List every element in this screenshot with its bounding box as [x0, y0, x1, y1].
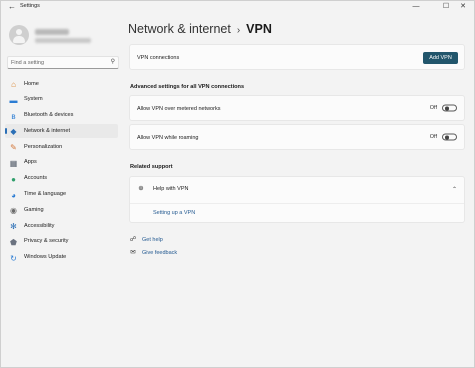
sidebar-item-gaming[interactable]: ◉ Gaming: [5, 203, 118, 217]
sidebar-item-privacy[interactable]: ⬟ Privacy & security: [5, 235, 118, 249]
gamepad-icon: ◉: [10, 206, 17, 216]
sidebar-item-label: Accounts: [24, 175, 48, 182]
search-input[interactable]: [8, 57, 107, 68]
help-icon: ☍: [129, 236, 137, 243]
search-box[interactable]: ⚲: [7, 56, 119, 69]
bluetooth-icon: ʙ: [11, 111, 16, 121]
sidebar-item-home[interactable]: ⌂ Home: [5, 77, 118, 91]
help-with-vpn-card: ⊕ Help with VPN ⌃ Setting up a VPN: [129, 176, 465, 223]
accessibility-icon: ✻: [10, 222, 17, 232]
sidebar-item-apps[interactable]: ▦ Apps: [5, 156, 118, 170]
user-name-redacted: [35, 29, 69, 35]
sidebar-item-time-language[interactable]: ◕ Time & language: [5, 188, 118, 202]
sidebar-nav: ⌂ Home ▬ System ʙ Bluetooth & devices ◆ …: [5, 77, 118, 267]
sidebar-item-label: Personalization: [24, 143, 63, 150]
related-support-heading: Related support: [130, 164, 173, 170]
toggle-state-label: Off: [429, 105, 437, 111]
close-button[interactable]: ✕: [452, 1, 474, 13]
sidebar-item-label: System: [24, 96, 43, 103]
avatar-body-shape: [13, 36, 25, 43]
roaming-label: Allow VPN while roaming: [137, 135, 199, 141]
home-icon: ⌂: [11, 80, 16, 89]
get-help-link[interactable]: Get help: [142, 237, 163, 243]
search-icon[interactable]: ⚲: [111, 57, 115, 68]
add-vpn-button[interactable]: Add VPN: [423, 52, 458, 64]
avatar: [9, 25, 29, 45]
page-title: VPN: [246, 22, 272, 36]
vpn-connections-label: VPN connections: [137, 55, 180, 61]
title-bar: ← Settings — ☐ ✕: [1, 1, 474, 13]
globe-clock-icon: ◕: [11, 190, 16, 200]
sidebar-item-label: Windows Update: [24, 254, 67, 261]
sidebar-item-label: Apps: [24, 159, 37, 166]
roaming-card: Allow VPN while roaming Off: [129, 124, 465, 150]
shield-icon: ⬟: [10, 237, 17, 247]
sidebar-item-bluetooth[interactable]: ʙ Bluetooth & devices: [5, 109, 118, 123]
sidebar-item-network[interactable]: ◆ Network & internet: [5, 124, 118, 139]
metered-networks-card: Allow VPN over metered networks Off: [129, 95, 465, 121]
globe-icon: ⊕: [138, 185, 144, 192]
sidebar-item-label: Bluetooth & devices: [24, 112, 74, 119]
brush-icon: ✎: [10, 143, 17, 153]
sidebar-item-label: Network & internet: [24, 127, 71, 134]
sidebar-item-accounts[interactable]: ● Accounts: [5, 172, 118, 186]
page-header: Network & internet › VPN: [128, 22, 272, 36]
sidebar-item-system[interactable]: ▬ System: [5, 93, 118, 107]
setting-up-vpn-link[interactable]: Setting up a VPN: [153, 210, 195, 216]
sidebar-item-label: Accessibility: [24, 222, 55, 229]
roaming-toggle[interactable]: [442, 133, 457, 141]
metered-networks-label: Allow VPN over metered networks: [137, 106, 221, 112]
settings-window: ← Settings — ☐ ✕ ⚲ ⌂ Home ▬ System ʙ Blu…: [0, 0, 475, 368]
person-icon: ●: [11, 174, 16, 184]
vpn-connections-card: VPN connections Add VPN: [129, 44, 465, 70]
help-with-vpn-label[interactable]: Help with VPN: [153, 186, 188, 192]
sidebar-item-label: Home: [24, 80, 39, 87]
sidebar-item-personalization[interactable]: ✎ Personalization: [5, 140, 118, 154]
back-arrow-icon[interactable]: ←: [8, 2, 16, 11]
chevron-up-icon[interactable]: ⌃: [452, 186, 457, 193]
advanced-settings-heading: Advanced settings for all VPN connection…: [130, 84, 245, 90]
sidebar-item-label: Time & language: [24, 191, 67, 198]
sidebar-item-windows-update[interactable]: ↻ Windows Update: [5, 251, 118, 265]
sidebar-item-label: Privacy & security: [24, 238, 69, 245]
sidebar-item-accessibility[interactable]: ✻ Accessibility: [5, 219, 118, 233]
app-title: Settings: [20, 3, 40, 9]
monitor-icon: ▬: [9, 95, 18, 105]
wifi-icon: ◆: [10, 127, 17, 137]
avatar-head-shape: [16, 29, 22, 35]
toggle-knob: [445, 135, 449, 140]
user-email-redacted: [35, 38, 91, 43]
divider: [130, 203, 464, 204]
give-feedback-link[interactable]: Give feedback: [142, 250, 177, 256]
sidebar-item-label: Gaming: [24, 206, 44, 213]
metered-networks-toggle[interactable]: [442, 104, 457, 112]
chevron-right-icon: ›: [236, 25, 241, 36]
toggle-state-label: Off: [429, 134, 437, 140]
toggle-knob: [445, 106, 449, 111]
minimize-button[interactable]: —: [405, 1, 427, 13]
update-icon: ↻: [10, 253, 17, 263]
breadcrumb-network[interactable]: Network & internet: [128, 22, 231, 36]
feedback-icon: ✉: [130, 249, 136, 256]
apps-icon: ▦: [9, 158, 18, 168]
